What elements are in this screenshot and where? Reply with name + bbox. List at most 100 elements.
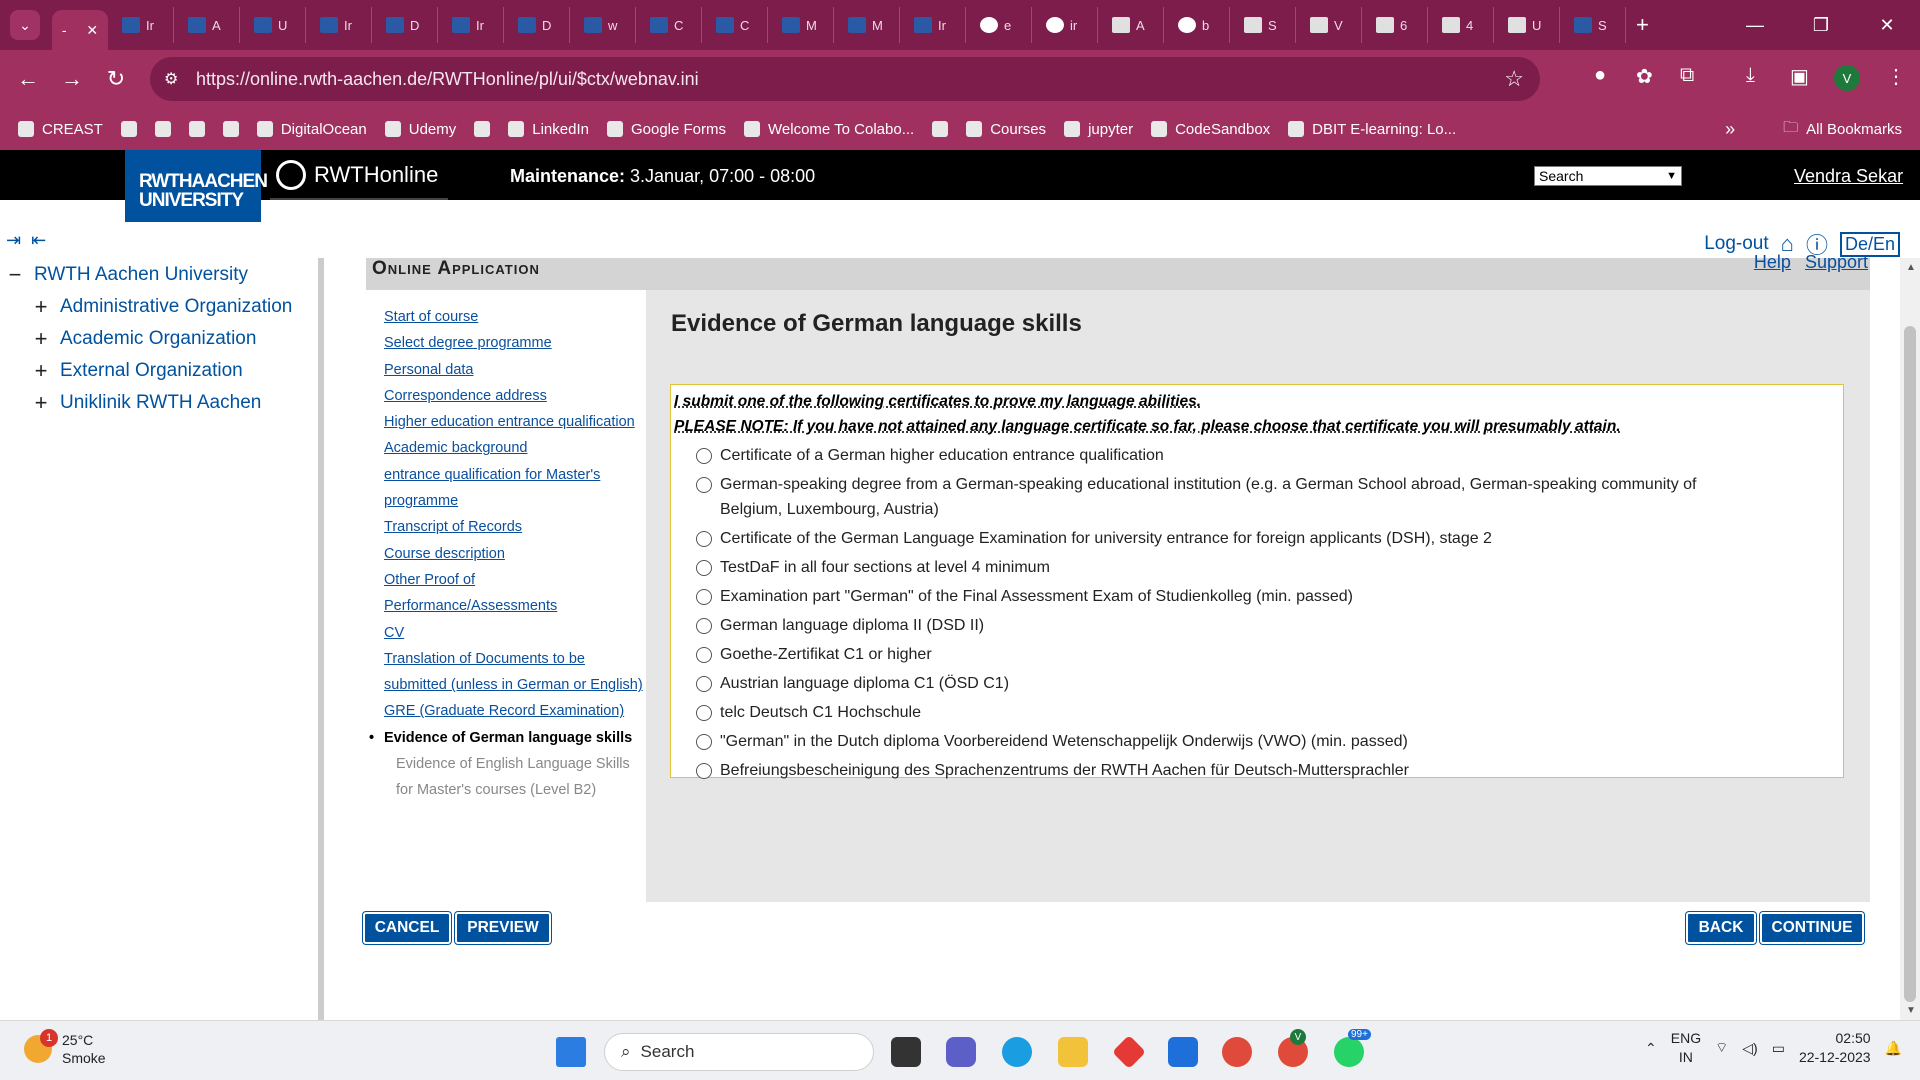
back-arrow-icon[interactable]: ← [6, 66, 50, 92]
bookmark-item[interactable]: jupyter [1064, 121, 1133, 138]
browser-menu-icon[interactable]: ⋮ [1886, 64, 1906, 89]
chrome-profile-icon[interactable]: V [1278, 1029, 1308, 1067]
browser-tab[interactable]: Ir [306, 7, 372, 43]
browser-tab[interactable]: D [372, 7, 438, 43]
browser-tab[interactable]: U [1494, 7, 1560, 43]
bookmark-star-icon[interactable]: ☆ [1504, 66, 1524, 92]
step-link[interactable]: Correspondence address [384, 383, 646, 409]
tab-search-icon[interactable]: ⌄ [10, 10, 40, 40]
certificate-option[interactable]: Befreiungsbescheinigung des Sprachenzent… [674, 758, 1843, 783]
bookmark-item[interactable]: Welcome To Colabo... [744, 121, 914, 138]
bookmark-item[interactable]: CodeSandbox [1151, 121, 1270, 138]
browser-tab[interactable]: A [174, 7, 240, 43]
profile-avatar[interactable]: V [1834, 65, 1860, 91]
radio-button[interactable] [696, 676, 712, 692]
tree-item-uniklinik[interactable]: + Uniklinik RWTH Aachen [34, 390, 262, 416]
weather-widget[interactable]: 1 25°C Smoke [24, 1029, 106, 1067]
bookmark-item[interactable] [154, 121, 171, 138]
certificate-option[interactable]: TestDaF in all four sections at level 4 … [674, 555, 1843, 580]
certificate-option[interactable]: Certificate of the German Language Exami… [674, 526, 1843, 551]
option-label[interactable]: Certificate of a German higher education… [720, 443, 1164, 468]
task-view-icon[interactable] [891, 1037, 921, 1067]
browser-tab[interactable]: V [1296, 7, 1362, 43]
option-label[interactable]: TestDaF in all four sections at level 4 … [720, 555, 1050, 580]
teams-icon[interactable] [946, 1037, 976, 1067]
browser-tab[interactable]: S [1230, 7, 1296, 43]
clock[interactable]: 02:50 22-12-2023 [1799, 1029, 1871, 1067]
show-hidden-icons[interactable]: ⌃ [1645, 1040, 1657, 1057]
bookmark-item[interactable]: LinkedIn [508, 121, 589, 138]
language-indicator[interactable]: ENG IN [1671, 1029, 1701, 1067]
browser-tab[interactable]: C [636, 7, 702, 43]
browser-tab[interactable]: w [570, 7, 636, 43]
option-label[interactable]: telc Deutsch C1 Hochschule [720, 700, 921, 725]
reload-icon[interactable]: ↻ [94, 66, 138, 92]
cancel-button[interactable]: CANCEL [363, 912, 451, 944]
anydesk-icon[interactable] [1112, 1035, 1146, 1069]
extensions-puzzle-icon[interactable]: ⧉ [1680, 64, 1694, 87]
edge-icon[interactable] [1002, 1037, 1032, 1067]
side-panel-icon[interactable]: ▣ [1790, 64, 1809, 89]
forward-arrow-icon[interactable]: → [50, 66, 94, 92]
radio-button[interactable] [696, 589, 712, 605]
step-link[interactable]: Transcript of Records [384, 514, 646, 540]
volume-icon[interactable]: ◁) [1742, 1040, 1757, 1057]
more-bookmarks-icon[interactable]: » [1725, 119, 1735, 140]
extension-icon[interactable]: ● [1594, 64, 1606, 87]
browser-tab[interactable]: ir [1032, 7, 1098, 43]
notification-bell-icon[interactable]: 🔔 [1885, 1040, 1902, 1057]
support-link[interactable]: Support [1805, 252, 1868, 273]
option-label[interactable]: Certificate of the German Language Exami… [720, 526, 1492, 551]
radio-button[interactable] [696, 448, 712, 464]
option-label[interactable]: German-speaking degree from a German-spe… [720, 472, 1753, 522]
address-bar[interactable]: ⚙ https://online.rwth-aachen.de/RWTHonli… [150, 57, 1540, 101]
search-select[interactable]: Search ▼ [1534, 166, 1682, 186]
radio-button[interactable] [696, 477, 712, 493]
wifi-icon[interactable]: ⌔ [1715, 1039, 1728, 1057]
tree-item-academic[interactable]: + Academic Organization [34, 326, 257, 352]
help-link[interactable]: Help [1754, 252, 1791, 273]
step-link[interactable]: GRE (Graduate Record Examination) [384, 698, 646, 724]
radio-button[interactable] [696, 647, 712, 663]
step-link[interactable]: Academic background [384, 435, 646, 461]
browser-tab[interactable]: e [966, 7, 1032, 43]
step-link[interactable]: Course description [384, 541, 646, 567]
bookmark-item[interactable]: Courses [966, 121, 1046, 138]
taskbar-search[interactable]: ⌕ Search [604, 1033, 874, 1071]
windows-start-icon[interactable] [556, 1037, 586, 1067]
browser-tab[interactable]: b [1164, 7, 1230, 43]
browser-tab[interactable]: Ir [108, 7, 174, 43]
browser-tab[interactable]: C [702, 7, 768, 43]
user-name-link[interactable]: Vendra Sekar [1794, 166, 1903, 187]
certificate-option[interactable]: Austrian language diploma C1 (ÖSD C1) [674, 671, 1843, 696]
certificate-option[interactable]: Examination part "German" of the Final A… [674, 584, 1843, 609]
certificate-option[interactable]: German-speaking degree from a German-spe… [674, 472, 1843, 522]
minimize-icon[interactable]: — [1722, 0, 1788, 50]
tree-item-administrative[interactable]: + Administrative Organization [34, 294, 293, 320]
chrome-icon[interactable] [1222, 1037, 1252, 1067]
browser-tab[interactable]: M [768, 7, 834, 43]
certificate-option[interactable]: Goethe-Zertifikat C1 or higher [674, 642, 1843, 667]
browser-tab[interactable]: D [504, 7, 570, 43]
back-button[interactable]: BACK [1686, 912, 1756, 944]
rwth-logo[interactable]: RWTHAACHEN UNIVERSITY [125, 150, 268, 222]
expand-icon[interactable]: + [34, 294, 48, 320]
all-bookmarks-link[interactable]: All Bookmarks [1806, 121, 1902, 138]
option-label[interactable]: Goethe-Zertifikat C1 or higher [720, 642, 932, 667]
app-title[interactable]: RWTHonline [276, 160, 438, 190]
browser-tab[interactable]: A [1098, 7, 1164, 43]
new-tab-icon[interactable]: + [1636, 12, 1649, 38]
step-link[interactable]: Personal data [384, 357, 646, 383]
expand-icon[interactable]: + [34, 358, 48, 384]
browser-tab[interactable]: 4 [1428, 7, 1494, 43]
radio-button[interactable] [696, 560, 712, 576]
browser-tab[interactable]: Ir [900, 7, 966, 43]
pane-splitter[interactable] [318, 258, 324, 1020]
scrollbar-thumb[interactable] [1904, 326, 1916, 1002]
collapse-panel-icon[interactable]: ⇤ [31, 230, 46, 251]
step-link[interactable]: Translation of Documents to be submitted… [384, 646, 646, 699]
browser-tab[interactable]: M [834, 7, 900, 43]
expand-icon[interactable]: + [34, 390, 48, 416]
certificate-option[interactable]: "German" in the Dutch diploma Voorbereid… [674, 729, 1843, 754]
certificate-option[interactable]: German language diploma II (DSD II) [674, 613, 1843, 638]
